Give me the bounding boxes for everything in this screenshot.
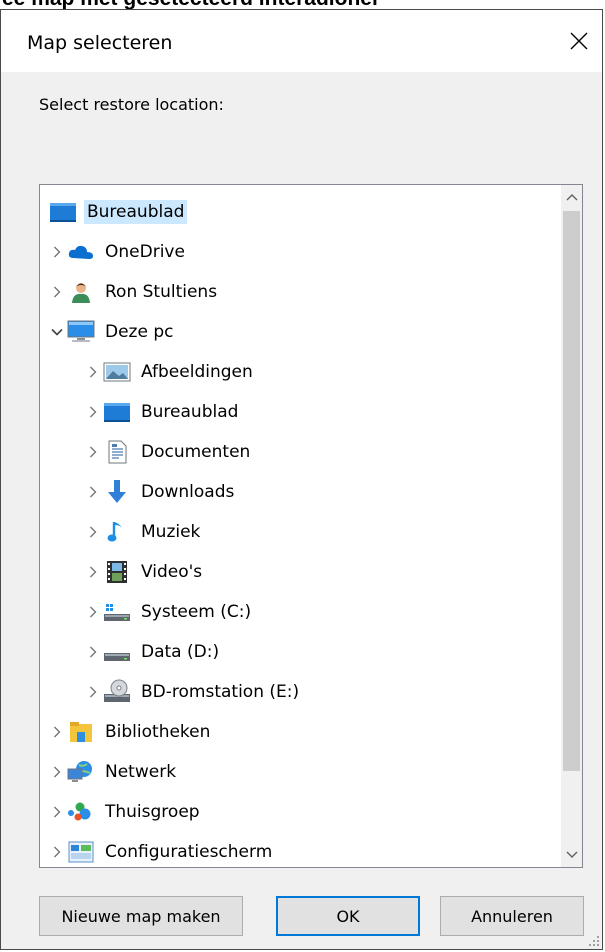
select-location-prompt: Select restore location: (39, 95, 224, 114)
chevron-down-icon (566, 851, 577, 858)
chevron-right-icon[interactable] (84, 683, 102, 701)
tree-item[interactable]: Deze pc (40, 313, 561, 351)
drive-icon (102, 640, 132, 664)
chevron-right-icon[interactable] (84, 483, 102, 501)
tree-item[interactable]: Afbeeldingen (40, 353, 561, 391)
documents-icon (102, 440, 132, 464)
tree-item[interactable]: Ron Stultiens (40, 273, 561, 311)
chevron-right-icon[interactable] (48, 803, 66, 821)
resize-grip-icon[interactable] (588, 935, 600, 947)
title-bar: Map selecteren (1, 10, 602, 72)
control-panel-icon (66, 840, 96, 864)
chevron-up-icon (566, 194, 577, 201)
desktop-icon (102, 400, 132, 424)
tree-item-label: Netwerk (105, 762, 177, 782)
tree-item-label: Configuratiescherm (105, 842, 273, 862)
chevron-right-icon[interactable] (84, 603, 102, 621)
tree-item-label: OneDrive (105, 242, 185, 262)
network-icon (66, 760, 96, 784)
chevron-right-icon[interactable] (84, 563, 102, 581)
tree-item-label: BD-romstation (E:) (141, 682, 300, 702)
tree-item[interactable]: Thuisgroep (40, 793, 561, 831)
cancel-button[interactable]: Annuleren (440, 896, 584, 936)
system-drive-icon (102, 600, 132, 624)
tree-item[interactable]: Systeem (C:) (40, 593, 561, 631)
chevron-right-icon[interactable] (84, 403, 102, 421)
scroll-thumb[interactable] (563, 211, 580, 771)
chevron-right-icon[interactable] (84, 643, 102, 661)
ok-button[interactable]: OK (276, 896, 420, 936)
tree-item-label: Bureaublad (141, 402, 239, 422)
tree-item[interactable]: Data (D:) (40, 633, 561, 671)
libraries-icon (66, 720, 96, 744)
tree-item-label: Deze pc (105, 322, 174, 342)
onedrive-cloud-icon (66, 240, 96, 264)
dialog-title: Map selecteren (27, 32, 173, 54)
tree-item[interactable]: Video's (40, 553, 561, 591)
tree-item-label: Bibliotheken (105, 722, 211, 742)
tree-item[interactable]: Documenten (40, 433, 561, 471)
computer-icon (66, 320, 96, 344)
new-folder-button[interactable]: Nieuwe map maken (39, 896, 243, 936)
tree-item-label: Bureaublad (84, 200, 188, 224)
tree-rows: Bureaublad OneDrive Ron Stultiens Deze pc Af… (40, 185, 561, 867)
tree-item[interactable]: OneDrive (40, 233, 561, 271)
homegroup-icon (66, 800, 96, 824)
tree-item-label: Muziek (141, 522, 201, 542)
chevron-right-icon[interactable] (48, 763, 66, 781)
tree-item-label: Ron Stultiens (105, 282, 218, 302)
user-icon (66, 280, 96, 304)
tree-item-label: Systeem (C:) (141, 602, 252, 622)
tree-item-label: Thuisgroep (105, 802, 200, 822)
music-icon (102, 520, 132, 544)
tree-item[interactable]: BD-romstation (E:) (40, 673, 561, 711)
tree-item[interactable]: Bureaublad (40, 393, 561, 431)
close-icon (570, 32, 588, 50)
chevron-down-icon[interactable] (48, 323, 66, 341)
chevron-right-icon[interactable] (84, 523, 102, 541)
close-button[interactable] (556, 10, 602, 72)
tree-item-label: Downloads (141, 482, 235, 502)
tree-item[interactable]: Configuratiescherm (40, 833, 561, 867)
chevron-right-icon[interactable] (48, 843, 66, 861)
chevron-right-icon[interactable] (84, 363, 102, 381)
tree-item[interactable]: Bureaublad (40, 193, 561, 231)
scroll-up-button[interactable] (561, 185, 582, 209)
tree-item[interactable]: Bibliotheken (40, 713, 561, 751)
vertical-scrollbar[interactable] (561, 185, 582, 867)
bd-rom-drive-icon (102, 679, 132, 704)
desktop-icon (48, 200, 78, 224)
tree-item[interactable]: Downloads (40, 473, 561, 511)
scroll-down-button[interactable] (561, 843, 582, 867)
tree-item[interactable]: Muziek (40, 513, 561, 551)
pictures-icon (102, 360, 132, 384)
folder-tree[interactable]: Bureaublad OneDrive Ron Stultiens Deze pc Af… (39, 184, 583, 868)
tree-item-label: Documenten (141, 442, 251, 462)
tree-item-label: Video's (141, 562, 203, 582)
downloads-icon (102, 480, 132, 504)
tree-item-label: Data (D:) (141, 642, 220, 662)
chevron-right-icon[interactable] (84, 443, 102, 461)
map-selecteren-dialog: Map selecteren Select restore location: … (0, 9, 603, 950)
tree-item[interactable]: Netwerk (40, 753, 561, 791)
videos-icon (102, 560, 132, 584)
chevron-right-icon[interactable] (48, 723, 66, 741)
chevron-right-icon[interactable] (48, 283, 66, 301)
chevron-right-icon[interactable] (48, 243, 66, 261)
tree-item-label: Afbeeldingen (141, 362, 253, 382)
